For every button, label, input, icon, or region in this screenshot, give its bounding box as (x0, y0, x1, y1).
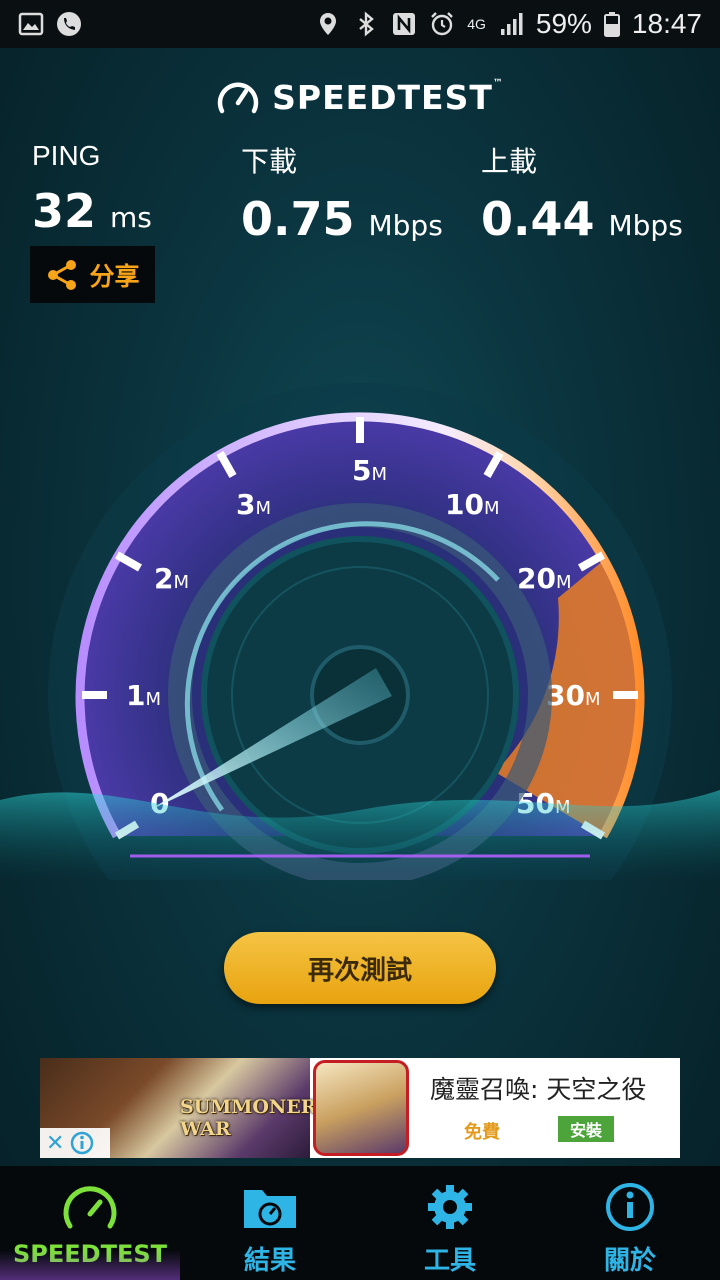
ad-close-icon[interactable]: ✕ (46, 1131, 64, 1156)
share-label: 分享 (89, 261, 140, 291)
share-button[interactable]: 分享 (30, 246, 155, 303)
status-bar: 4G 59% 18:47 (0, 0, 720, 48)
ad-price-label: 免費 (464, 1122, 500, 1143)
alarm-icon (431, 12, 454, 36)
speedometer-logo-icon (217, 82, 259, 114)
ping-label: PING (32, 140, 101, 171)
ping-value: 32 (32, 184, 97, 238)
nav-results-label: 結果 (243, 1246, 296, 1276)
ad-app-icon[interactable] (313, 1060, 409, 1156)
upload-label: 上載 (481, 146, 538, 177)
battery-percent: 59% (535, 8, 592, 39)
info-icon (606, 1183, 654, 1231)
download-unit: Mbps (368, 209, 443, 242)
battery-icon (603, 12, 620, 37)
ad-info-icon[interactable] (70, 1131, 94, 1155)
nav-about-label: 關於 (603, 1246, 656, 1276)
gear-icon (428, 1185, 472, 1229)
upload-value: 0.44 (481, 192, 595, 246)
nav-speedtest[interactable]: SPEEDTEST (0, 1166, 180, 1280)
share-icon (48, 259, 77, 290)
ad-banner[interactable]: SUMMONERS WAR ✕ 魔靈召喚: 天空之役 免費 安裝 (40, 1058, 680, 1158)
upload-stat: 上載 0.44 Mbps (481, 140, 683, 246)
nav-about[interactable]: 關於 (540, 1166, 720, 1280)
nfc-icon (393, 13, 416, 35)
speedometer-icon (63, 1186, 117, 1229)
download-stat: 下載 0.75 Mbps (241, 140, 443, 246)
ping-unit: ms (110, 201, 152, 234)
retest-button[interactable]: 再次測試 (224, 932, 496, 1004)
ad-game-logo: SUMMONERS WAR (180, 1096, 331, 1140)
nav-results[interactable]: 結果 (180, 1166, 360, 1280)
clock-time: 18:47 (631, 8, 702, 39)
speed-gauge: 0 1M 2M 3M 5M 10M 20M 30M 50M (0, 383, 720, 880)
ping-stat: PING 32 ms (32, 140, 152, 238)
location-icon (320, 13, 337, 35)
brand-title: SPEEDTEST™ (272, 77, 504, 117)
upload-speed-graph (479, 267, 565, 303)
results-folder-icon (244, 1190, 296, 1228)
download-speed-graph (239, 263, 413, 303)
gallery-notification-icon (18, 12, 44, 36)
bluetooth-icon (359, 11, 375, 37)
ad-choices[interactable]: ✕ (40, 1128, 110, 1158)
phone-call-icon (57, 12, 81, 36)
bottom-navigation: SPEEDTEST 結果 工具 關於 (0, 1166, 720, 1280)
download-value: 0.75 (241, 192, 355, 246)
download-label: 下載 (241, 146, 298, 177)
ad-install-button[interactable]: 安裝 (558, 1116, 614, 1142)
nav-tools[interactable]: 工具 (360, 1166, 540, 1280)
ad-app-title[interactable]: 魔靈召喚: 天空之役 (430, 1070, 646, 1106)
speedtest-logo: SPEEDTEST™ (0, 72, 720, 122)
nav-speedtest-label: SPEEDTEST (12, 1240, 167, 1268)
upload-unit: Mbps (608, 209, 683, 242)
signal-icon (500, 13, 523, 35)
nav-tools-label: 工具 (423, 1246, 476, 1276)
network-type-label: 4G (467, 15, 486, 32)
